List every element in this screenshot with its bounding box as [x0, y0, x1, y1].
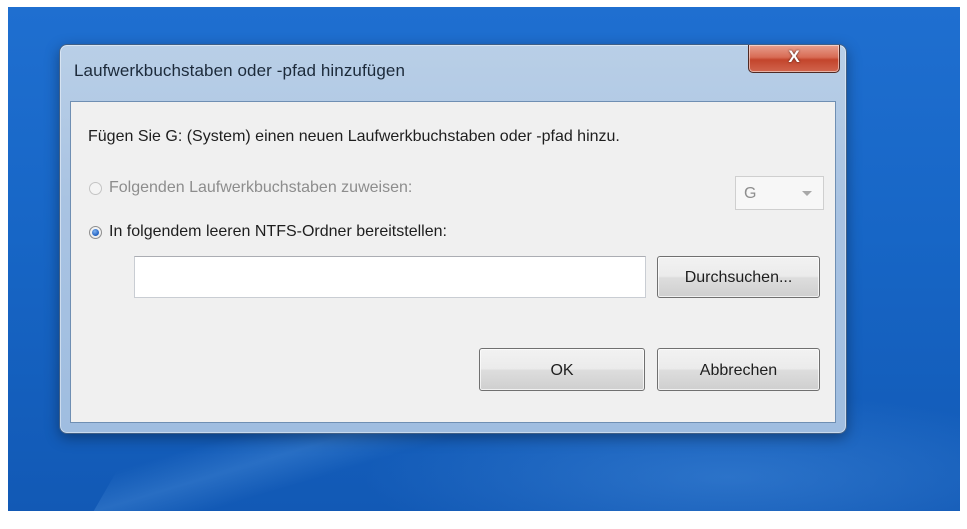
- dialog-prompt: Fügen Sie G: (System) einen neuen Laufwe…: [88, 128, 620, 145]
- dialog-client-area: Fügen Sie G: (System) einen neuen Laufwe…: [70, 101, 836, 423]
- assign-letter-option[interactable]: Folgenden Laufwerkbuchstaben zuweisen:: [89, 179, 412, 197]
- mount-folder-label: In folgendem leeren NTFS-Ordner bereitst…: [109, 223, 447, 240]
- browse-button[interactable]: Durchsuchen...: [657, 256, 820, 298]
- folder-path-input[interactable]: [134, 256, 646, 298]
- window-title: Laufwerkbuchstaben oder -pfad hinzufügen: [74, 61, 406, 80]
- mount-folder-radio[interactable]: [89, 225, 102, 239]
- chevron-down-icon: [802, 191, 812, 196]
- close-button[interactable]: X: [748, 45, 840, 73]
- assign-letter-label: Folgenden Laufwerkbuchstaben zuweisen:: [109, 179, 413, 196]
- mount-folder-option[interactable]: In folgendem leeren NTFS-Ordner bereitst…: [89, 223, 447, 241]
- ok-button[interactable]: OK: [479, 348, 645, 391]
- drive-letter-select[interactable]: G: [735, 176, 824, 210]
- assign-letter-radio[interactable]: [89, 181, 102, 195]
- dialog-window: Laufwerkbuchstaben oder -pfad hinzufügen…: [59, 44, 847, 434]
- close-icon: X: [788, 47, 800, 66]
- cancel-button[interactable]: Abbrechen: [657, 348, 820, 391]
- drive-letter-value: G: [744, 185, 757, 202]
